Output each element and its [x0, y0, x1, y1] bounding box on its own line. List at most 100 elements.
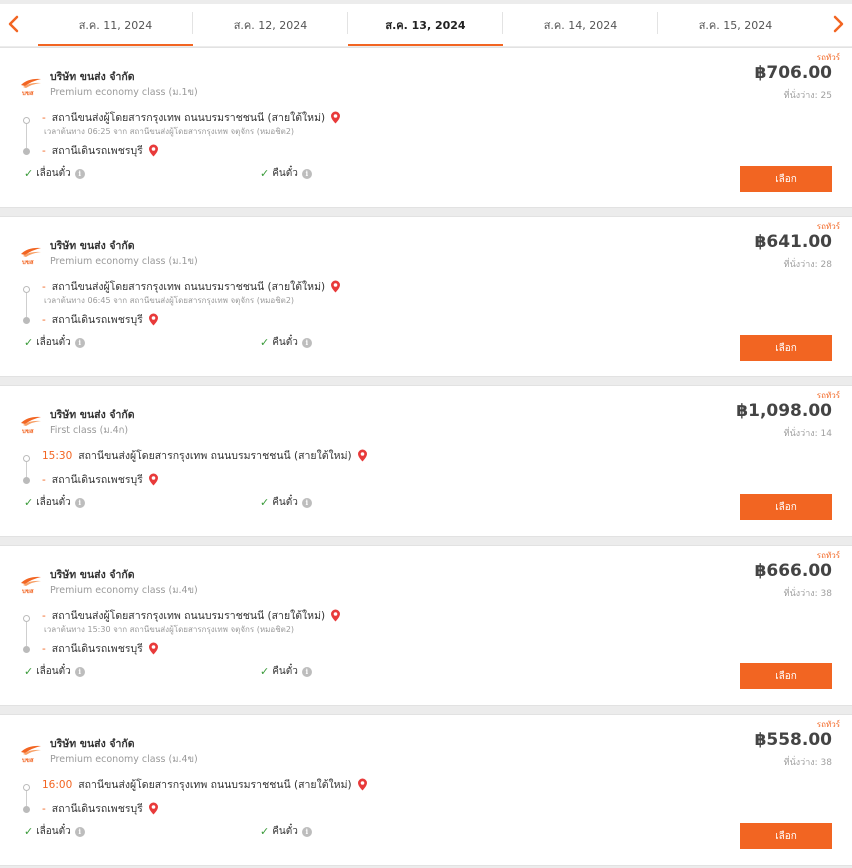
map-pin-icon[interactable]: [330, 609, 341, 622]
company-name: บริษัท ขนส่ง จำกัด: [50, 240, 135, 252]
info-icon[interactable]: i: [74, 826, 85, 837]
check-icon: ✓: [260, 825, 270, 838]
trip-card: รถทัวร์ บขส บริษัท ขนส่ง จำกัด Premium e…: [0, 545, 852, 706]
change-ticket-policy: ✓ เลื่อนตั๋ว i: [24, 495, 85, 510]
policy-label: คืนตั๋ว: [272, 497, 298, 508]
destination-stop: - สถานีเดินรถเพชรบุรี: [42, 471, 159, 488]
date-tab-label: ส.ค. 13, 2024: [385, 19, 466, 32]
departure-time: 15:30: [42, 449, 73, 462]
bus-class: Premium economy class (ม.4ข): [50, 585, 198, 596]
ticket-price: ฿1,098.00: [736, 401, 832, 421]
chevron-right-icon[interactable]: [828, 14, 848, 34]
map-pin-icon[interactable]: [148, 473, 159, 486]
date-tab-label: ส.ค. 12, 2024: [233, 19, 308, 32]
svg-text:บขส: บขส: [22, 588, 34, 594]
select-trip-button[interactable]: เลือก: [740, 663, 832, 689]
select-trip-button[interactable]: เลือก: [740, 823, 832, 849]
map-pin-icon[interactable]: [148, 642, 159, 655]
destination-stop: - สถานีเดินรถเพชรบุรี: [42, 640, 159, 657]
change-ticket-policy: ✓ เลื่อนตั๋ว i: [24, 166, 85, 181]
info-icon[interactable]: i: [74, 168, 85, 179]
info-icon[interactable]: i: [301, 826, 312, 837]
departure-time: -: [42, 280, 46, 293]
arrival-marker: -: [42, 802, 46, 815]
refund-ticket-policy: ✓ คืนตั๋ว i: [260, 664, 312, 679]
select-trip-button[interactable]: เลือก: [740, 335, 832, 361]
trip-card: รถทัวร์ บขส บริษัท ขนส่ง จำกัด First cla…: [0, 385, 852, 537]
arrival-marker: -: [42, 144, 46, 157]
info-icon[interactable]: i: [74, 497, 85, 508]
company-name: บริษัท ขนส่ง จำกัด: [50, 71, 135, 83]
company-logo-icon: บขส: [21, 78, 41, 96]
info-icon[interactable]: i: [301, 666, 312, 677]
policy-label: เลื่อนตั๋ว: [36, 826, 71, 837]
map-pin-icon[interactable]: [357, 778, 368, 791]
departure-time: -: [42, 609, 46, 622]
date-tab[interactable]: ส.ค. 11, 2024: [38, 4, 193, 46]
policy-label: เลื่อนตั๋ว: [36, 666, 71, 677]
origin-detail: เวลาต้นทาง 06:25 จาก สถานีขนส่งผู้โดยสาร…: [44, 127, 295, 136]
map-pin-icon[interactable]: [148, 144, 159, 157]
policy-label: เลื่อนตั๋ว: [36, 497, 71, 508]
check-icon: ✓: [260, 167, 270, 180]
ticket-price: ฿706.00: [754, 63, 832, 83]
arrival-marker: -: [42, 313, 46, 326]
info-icon[interactable]: i: [301, 337, 312, 348]
svg-text:บขส: บขส: [22, 428, 34, 434]
origin-stop: - สถานีขนส่งผู้โดยสารกรุงเทพ ถนนบรมราชชน…: [42, 607, 341, 624]
date-tab-active[interactable]: ส.ค. 13, 2024: [348, 4, 503, 46]
bus-class: Premium economy class (ม.4ข): [50, 754, 198, 765]
map-pin-icon[interactable]: [148, 313, 159, 326]
date-tab[interactable]: ส.ค. 15, 2024: [658, 4, 813, 46]
destination-station: สถานีเดินรถเพชรบุรี: [51, 643, 143, 655]
svg-text:บขส: บขส: [22, 757, 34, 763]
seats-available: ที่นั่งว่าง: 38: [783, 758, 832, 768]
trip-card: รถทัวร์ บขส บริษัท ขนส่ง จำกัด Premium e…: [0, 47, 852, 208]
refund-ticket-policy: ✓ คืนตั๋ว i: [260, 495, 312, 510]
check-icon: ✓: [260, 496, 270, 509]
origin-station: สถานีขนส่งผู้โดยสารกรุงเทพ ถนนบรมราชชนนี…: [78, 450, 352, 462]
destination-dot: [23, 148, 30, 155]
select-trip-button[interactable]: เลือก: [740, 166, 832, 192]
bus-class: Premium economy class (ม.1ข): [50, 87, 198, 98]
check-icon: ✓: [260, 336, 270, 349]
select-trip-button[interactable]: เลือก: [740, 494, 832, 520]
policy-label: คืนตั๋ว: [272, 666, 298, 677]
trip-card: รถทัวร์ บขส บริษัท ขนส่ง จำกัด Premium e…: [0, 714, 852, 866]
info-icon[interactable]: i: [301, 168, 312, 179]
destination-stop: - สถานีเดินรถเพชรบุรี: [42, 142, 159, 159]
info-icon[interactable]: i: [74, 666, 85, 677]
map-pin-icon[interactable]: [148, 802, 159, 815]
refund-ticket-policy: ✓ คืนตั๋ว i: [260, 166, 312, 181]
info-icon[interactable]: i: [301, 497, 312, 508]
map-pin-icon[interactable]: [330, 111, 341, 124]
origin-dot: [23, 784, 30, 791]
origin-station: สถานีขนส่งผู้โดยสารกรุงเทพ ถนนบรมราชชนนี…: [51, 281, 326, 293]
departure-time: -: [42, 111, 46, 124]
bus-class: First class (ม.4ก): [50, 425, 129, 436]
svg-text:บขส: บขส: [22, 259, 34, 265]
seats-available: ที่นั่งว่าง: 14: [783, 429, 832, 439]
map-pin-icon[interactable]: [330, 280, 341, 293]
check-icon: ✓: [24, 167, 34, 180]
date-selector: ส.ค. 11, 2024 ส.ค. 12, 2024 ส.ค. 13, 202…: [0, 4, 852, 46]
info-icon[interactable]: i: [74, 337, 85, 348]
destination-station: สถานีเดินรถเพชรบุรี: [51, 474, 143, 486]
date-tab[interactable]: ส.ค. 12, 2024: [193, 4, 348, 46]
tab-underline: [348, 44, 503, 46]
change-ticket-policy: ✓ เลื่อนตั๋ว i: [24, 664, 85, 679]
destination-station: สถานีเดินรถเพชรบุรี: [51, 314, 143, 326]
company-name: บริษัท ขนส่ง จำกัด: [50, 569, 135, 581]
origin-station: สถานีขนส่งผู้โดยสารกรุงเทพ ถนนบรมราชชนนี…: [78, 779, 352, 791]
origin-stop: 16:00 สถานีขนส่งผู้โดยสารกรุงเทพ ถนนบรมร…: [42, 776, 368, 793]
origin-stop: 15:30 สถานีขนส่งผู้โดยสารกรุงเทพ ถนนบรมร…: [42, 447, 368, 464]
check-icon: ✓: [24, 336, 34, 349]
policy-label: คืนตั๋ว: [272, 337, 298, 348]
svg-text:บขส: บขส: [22, 90, 34, 96]
destination-dot: [23, 477, 30, 484]
map-pin-icon[interactable]: [357, 449, 368, 462]
ticket-price: ฿558.00: [754, 730, 832, 750]
destination-stop: - สถานีเดินรถเพชรบุรี: [42, 800, 159, 817]
date-tab[interactable]: ส.ค. 14, 2024: [503, 4, 658, 46]
chevron-left-icon[interactable]: [4, 14, 24, 34]
